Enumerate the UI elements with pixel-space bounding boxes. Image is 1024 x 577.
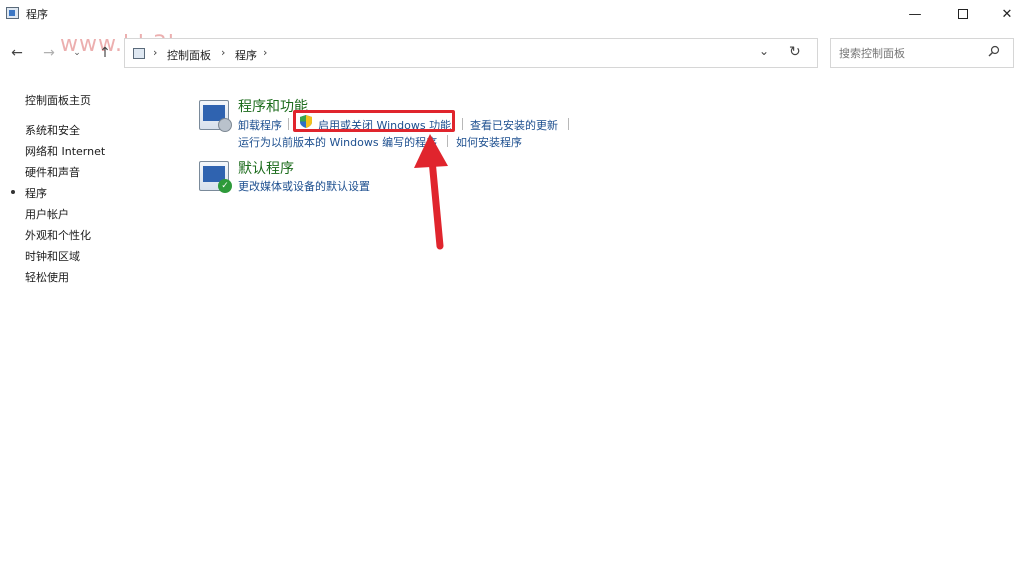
link-divider bbox=[568, 118, 569, 130]
link-divider bbox=[462, 118, 463, 130]
sidebar-item-home[interactable]: 控制面板主页 bbox=[25, 92, 91, 108]
sidebar-item-system-security[interactable]: 系统和安全 bbox=[25, 122, 80, 138]
breadcrumb-separator-icon: › bbox=[153, 46, 158, 59]
sidebar-item-clock-region[interactable]: 时钟和区域 bbox=[25, 248, 80, 264]
breadcrumb-programs[interactable]: 程序 bbox=[235, 47, 257, 63]
sidebar-item-hardware-sound[interactable]: 硬件和声音 bbox=[25, 164, 80, 180]
sidebar-item-appearance[interactable]: 外观和个性化 bbox=[25, 227, 91, 243]
breadcrumb-separator-icon: › bbox=[263, 46, 268, 59]
section-title-default-programs[interactable]: 默认程序 bbox=[238, 158, 294, 178]
chevron-down-icon: ⌄ bbox=[73, 48, 81, 58]
breadcrumb-control-panel[interactable]: 控制面板 bbox=[167, 47, 211, 63]
title-bar: 程序 — ✕ bbox=[0, 0, 1024, 28]
close-button[interactable]: ✕ bbox=[984, 0, 1024, 28]
sidebar-item-user-accounts[interactable]: 用户帐户 bbox=[25, 206, 69, 222]
back-arrow-icon: ← bbox=[11, 45, 23, 61]
uninstall-program-link[interactable]: 卸载程序 bbox=[238, 117, 282, 133]
minimize-button[interactable]: — bbox=[892, 0, 938, 28]
address-bar[interactable]: › 控制面板 › 程序 › ⌄ ↻ bbox=[124, 38, 818, 68]
change-default-settings-link[interactable]: 更改媒体或设备的默认设置 bbox=[238, 178, 370, 194]
annotation-arrow-icon bbox=[414, 134, 448, 250]
search-input[interactable] bbox=[830, 38, 1014, 68]
control-panel-icon bbox=[6, 7, 19, 19]
sidebar-item-label: 程序 bbox=[25, 187, 47, 200]
window-title: 程序 bbox=[26, 8, 48, 21]
up-arrow-icon: ↑ bbox=[99, 45, 111, 61]
back-button[interactable]: ← bbox=[6, 42, 28, 64]
maximize-icon bbox=[958, 9, 968, 19]
highlight-box bbox=[293, 110, 455, 132]
recent-locations-button[interactable]: ⌄ bbox=[66, 42, 88, 64]
sidebar-item-network[interactable]: 网络和 Internet bbox=[25, 143, 105, 159]
minimize-icon: — bbox=[908, 6, 922, 22]
sidebar-item-ease-of-access[interactable]: 轻松使用 bbox=[25, 269, 69, 285]
control-panel-icon bbox=[133, 48, 145, 59]
forward-arrow-icon: → bbox=[43, 45, 55, 61]
view-installed-updates-link[interactable]: 查看已安装的更新 bbox=[470, 117, 558, 133]
forward-button[interactable]: → bbox=[38, 42, 60, 64]
breadcrumb-separator-icon: › bbox=[221, 46, 226, 59]
sidebar-item-programs[interactable]: 程序 bbox=[11, 185, 47, 201]
link-divider bbox=[288, 118, 289, 130]
up-button[interactable]: ↑ bbox=[94, 42, 116, 64]
default-programs-icon[interactable]: ✓ bbox=[199, 161, 232, 193]
maximize-button[interactable] bbox=[940, 0, 986, 28]
navigation-bar: ← → ⌄ ↑ › 控制面板 › 程序 › ⌄ ↻ bbox=[0, 36, 1024, 70]
search-icon[interactable] bbox=[988, 45, 1000, 57]
checkmark-icon: ✓ bbox=[218, 179, 232, 193]
address-dropdown-button[interactable]: ⌄ bbox=[759, 44, 769, 58]
programs-features-icon[interactable] bbox=[199, 100, 232, 132]
close-icon: ✕ bbox=[1001, 6, 1013, 22]
selected-indicator bbox=[11, 190, 15, 194]
refresh-button[interactable]: ↻ bbox=[789, 44, 801, 60]
